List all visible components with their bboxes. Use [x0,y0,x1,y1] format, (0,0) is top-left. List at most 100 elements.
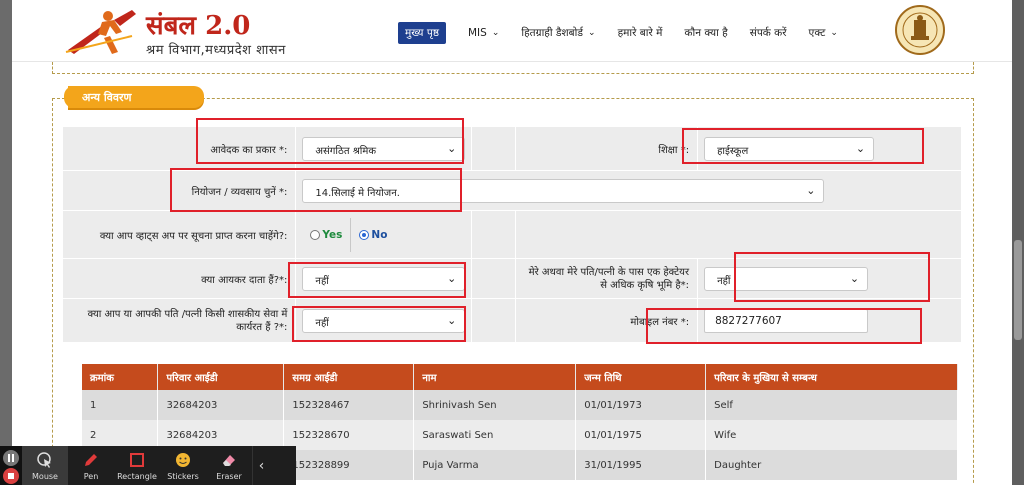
chevron-down-icon: ⌄ [447,313,457,327]
table-header-row: क्रमांक परिवार आईडी समग्र आईडी नाम जन्म … [82,364,958,390]
land-label: मेरे अथवा मेरे पति/पत्नी के पास एक हेक्ट… [515,258,699,299]
page-scrollbar[interactable] [1012,0,1024,485]
land-select[interactable]: नहीं ⌄ [704,266,869,291]
whatsapp-no-option[interactable]: No [350,217,395,252]
tool-stickers[interactable]: Stickers [160,446,206,485]
table-cell: Self [705,390,958,420]
tool-label: Pen [83,472,99,481]
rectangle-icon [130,453,144,467]
table-cell: 01/01/1975 [575,420,707,450]
nav-label: संपर्क करें [749,27,787,39]
selected-value: नहीं [315,275,329,287]
page: संबल 2.0 श्रम विभाग,मध्यप्रदेश शासन मुख्… [12,0,1012,485]
applicant-type-select[interactable]: असंगठित श्रमिक ⌄ [302,136,466,161]
empty-cell [471,258,517,299]
govt-service-select[interactable]: नहीं ⌄ [302,308,466,333]
nav-label: कौन क्या है [684,27,728,39]
tool-label: Eraser [216,472,242,481]
column-header: क्रमांक [82,364,159,390]
chevron-down-icon: ⌄ [849,271,860,285]
selected-value: असंगठित श्रमिक [315,145,377,157]
state-emblem-icon [895,5,945,55]
other-details-form: आवेदक का प्रकार *: असंगठित श्रमिक ⌄ शिक्ष… [61,126,962,343]
nav-label: एक्ट [808,27,826,39]
govt-service-cell: नहीं ⌄ [295,298,473,343]
tool-label: Mouse [32,472,58,481]
tool-eraser[interactable]: Eraser [206,446,252,485]
taxpayer-select[interactable]: नहीं ⌄ [302,266,466,291]
table-cell: Daughter [705,450,958,480]
tool-pen[interactable]: Pen [68,446,114,485]
education-label: शिक्षा *: [515,126,699,171]
nav-home[interactable]: मुख्य पृष्ठ [398,22,446,44]
occupation-cell: 14.सिलाई मे नियोजन. ⌄ [295,170,962,211]
empty-cell [471,210,517,259]
occupation-label: नियोजन / व्यवसाय चुनें *: [61,170,297,211]
occupation-select[interactable]: 14.सिलाई मे नियोजन. ⌄ [302,178,825,203]
chevron-left-icon[interactable]: ‹ [252,446,270,485]
mobile-label: मोबाइल नंबर *: [515,298,699,343]
nav-label: हमारे बारे में [617,27,663,39]
section-title: अन्य विवरण [64,86,204,108]
education-select[interactable]: हाईस्कूल ⌄ [704,136,875,161]
whatsapp-radio-group: Yes No [302,217,471,252]
main-nav: मुख्य पृष्ठ MIS ⌄ हितग्राही डैशबोर्ड ⌄ हमा… [398,22,860,44]
govt-service-label: क्या आप या आपकी पति /पत्नी किसी शासकीय स… [61,298,297,343]
radio-unchecked-icon [310,229,321,240]
selected-value: नहीं [315,317,329,329]
tool-label: Rectangle [117,472,157,481]
chevron-down-icon: ⌄ [588,28,596,38]
nav-about-us[interactable]: हमारे बारे में [618,26,663,40]
nav-contact[interactable]: संपर्क करें [750,26,787,40]
logo-title: संबल 2.0 [146,11,251,41]
table-cell: 152328899 [283,450,415,480]
nav-mis[interactable]: MIS ⌄ [468,27,499,39]
pen-icon [85,454,97,466]
worker-logo-icon [65,10,136,54]
previous-section-border [52,62,974,74]
column-header: परिवार के मुखिया से सम्बन्ध [705,364,958,390]
table-cell: 31/01/1995 [575,450,707,480]
nav-who-is-who[interactable]: कौन क्या है [684,26,727,40]
empty-cell [471,298,517,343]
table-cell: 152328467 [283,390,415,420]
mouse-cursor-icon [37,452,51,468]
empty-cell [515,210,962,259]
whatsapp-label: क्या आप व्हाट्स अप पर सूचना प्राप्त करना… [61,210,297,259]
scrollbar-thumb[interactable] [1014,240,1022,340]
mobile-number-input[interactable]: 8827277607 [704,308,869,333]
land-cell: नहीं ⌄ [697,258,962,299]
selected-value: हाईस्कूल [717,145,749,157]
table-cell: Shrinivash Sen [413,390,577,420]
pause-icon[interactable] [3,449,19,466]
nav-act[interactable]: एक्ट ⌄ [809,26,838,40]
chevron-down-icon: ⌄ [447,141,457,155]
applicant-type-label: आवेदक का प्रकार *: [61,126,297,171]
table-cell: Saraswati Sen [413,420,577,450]
column-header: परिवार आईडी [157,364,285,390]
nav-label: MIS [468,27,487,39]
nav-label: मुख्य पृष्ठ [405,27,439,39]
selected-value: 14.सिलाई मे नियोजन. [315,187,400,199]
table-cell: 01/01/1973 [575,390,707,420]
column-header: जन्म तिथि [575,364,707,390]
radio-label: No [371,228,388,241]
nav-beneficiary-dashboard[interactable]: हितग्राही डैशबोर्ड ⌄ [521,26,595,40]
chevron-down-icon: ⌄ [830,28,838,38]
sticker-icon [176,453,190,467]
whatsapp-yes-option[interactable]: Yes [302,218,350,252]
table-cell: Puja Varma [413,450,577,480]
site-header: संबल 2.0 श्रम विभाग,मध्यप्रदेश शासन मुख्… [12,0,1012,62]
tool-rectangle[interactable]: Rectangle [114,446,160,485]
table-cell: 1 [82,390,159,420]
radio-label: Yes [322,228,343,241]
radio-checked-icon [359,229,370,240]
tool-mouse[interactable]: Mouse [22,446,68,485]
tool-label: Stickers [167,472,199,481]
chevron-down-icon: ⌄ [855,141,866,155]
column-header: समग्र आईडी [283,364,415,390]
stop-icon[interactable] [3,467,19,484]
empty-cell [471,126,517,171]
taxpayer-label: क्या आयकर दाता हैं?*: [61,258,297,299]
chevron-down-icon: ⌄ [806,183,816,197]
